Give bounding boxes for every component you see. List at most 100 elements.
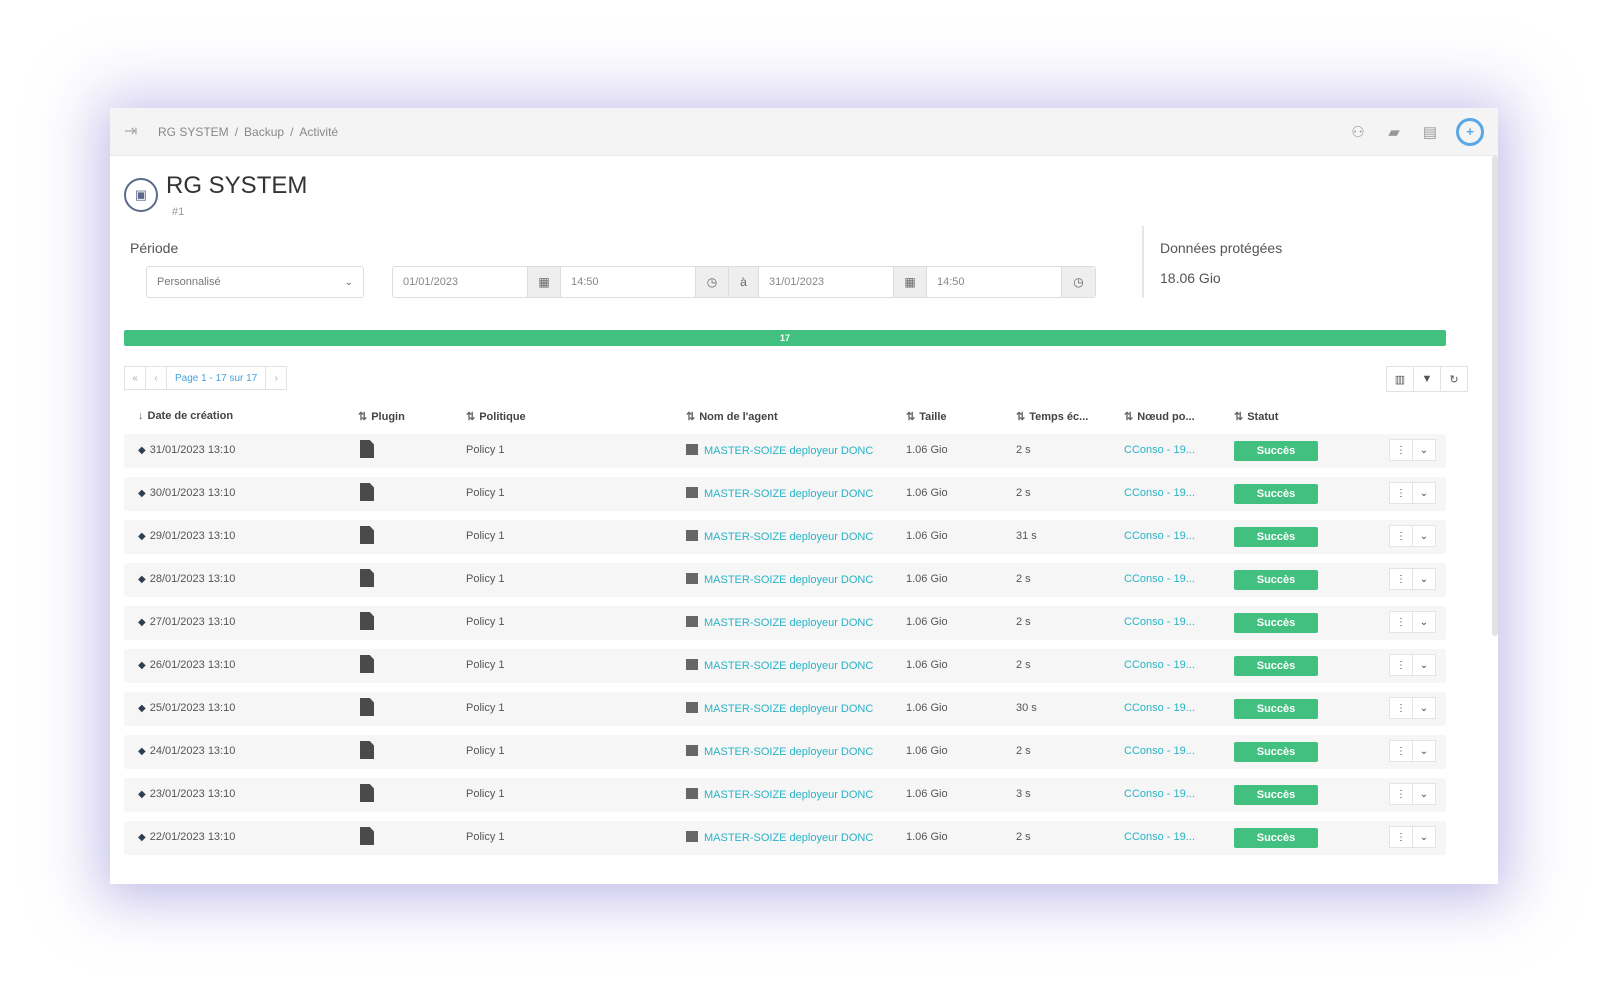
expand-row-icon[interactable]: ◆ (138, 660, 146, 671)
chevron-down-icon[interactable]: ⌄ (1412, 482, 1436, 504)
refresh-icon[interactable]: ↻ (1440, 366, 1468, 392)
agent-link[interactable]: MASTER-SOIZE deployeur DONC (704, 531, 890, 543)
agent-link[interactable]: MASTER-SOIZE deployeur DONC (704, 746, 890, 758)
node-link[interactable]: CConso - 19... (1124, 745, 1195, 757)
expand-row-icon[interactable]: ◆ (138, 746, 146, 757)
column-header-plugin[interactable]: ⇅ Plugin (358, 410, 405, 423)
from-date-input[interactable]: 01/01/2023 (393, 267, 527, 297)
table-row[interactable]: ◆ 29/01/2023 13:10 Policy 1 MASTER-SOIZE de… (124, 520, 1446, 554)
first-page-button[interactable]: « (124, 366, 146, 390)
prev-page-button[interactable]: ‹ (145, 366, 167, 390)
chevron-down-icon[interactable]: ⌄ (1412, 697, 1436, 719)
table-row[interactable]: ◆ 28/01/2023 13:10 Policy 1 MASTER-SOIZE de… (124, 563, 1446, 597)
table-row[interactable]: ◆ 24/01/2023 13:10 Policy 1 MASTER-SOIZE de… (124, 735, 1446, 769)
column-header-time[interactable]: ⇅ Temps éc... (1016, 410, 1088, 423)
period-select[interactable]: Personnalisé ⌄ (146, 266, 364, 298)
chevron-down-icon[interactable]: ⌄ (1412, 740, 1436, 762)
status-cell: Succès (1234, 484, 1318, 504)
agent-link[interactable]: MASTER-SOIZE deployeur DONC (704, 617, 890, 629)
contacts-icon[interactable]: ⚇ (1348, 122, 1368, 142)
table-row[interactable]: ◆ 30/01/2023 13:10 Policy 1 MASTER-SOIZE de… (124, 477, 1446, 511)
chevron-down-icon[interactable]: ⌄ (1412, 783, 1436, 805)
row-menu-button[interactable]: ⋮ (1389, 568, 1413, 590)
expand-row-icon[interactable]: ◆ (138, 703, 146, 714)
expand-row-icon[interactable]: ◆ (138, 832, 146, 843)
node-link[interactable]: CConso - 19... (1124, 702, 1195, 714)
duration-cell: 2 s (1016, 745, 1031, 757)
row-menu-button[interactable]: ⋮ (1389, 439, 1413, 461)
breadcrumb-item-home[interactable]: RG SYSTEM (158, 125, 229, 139)
expand-row-icon[interactable]: ◆ (138, 488, 146, 499)
columns-icon[interactable]: ▥ (1386, 366, 1414, 392)
chevron-down-icon[interactable]: ⌄ (1412, 611, 1436, 633)
page-info[interactable]: Page 1 - 17 sur 17 (166, 366, 267, 390)
calendar-icon[interactable]: ▦ (527, 267, 561, 297)
node-link[interactable]: CConso - 19... (1124, 616, 1195, 628)
table-row[interactable]: ◆ 25/01/2023 13:10 Policy 1 MASTER-SOIZE de… (124, 692, 1446, 726)
node-link[interactable]: CConso - 19... (1124, 530, 1195, 542)
row-menu-button[interactable]: ⋮ (1389, 654, 1413, 676)
node-link[interactable]: CConso - 19... (1124, 831, 1195, 843)
column-header-size[interactable]: ⇅ Taille (906, 410, 947, 423)
node-link[interactable]: CConso - 19... (1124, 487, 1195, 499)
chat-icon[interactable]: ▰ (1384, 122, 1404, 142)
breadcrumb-separator: / (234, 124, 239, 139)
agent-link[interactable]: MASTER-SOIZE deployeur DONC (704, 789, 890, 801)
expand-row-icon[interactable]: ◆ (138, 574, 146, 585)
row-menu-button[interactable]: ⋮ (1389, 783, 1413, 805)
column-header-policy[interactable]: ⇅ Politique (466, 410, 526, 423)
chevron-down-icon[interactable]: ⌄ (1412, 826, 1436, 848)
date-cell: ◆ 31/01/2023 13:10 (138, 444, 236, 456)
help-lifebuoy-icon[interactable]: + (1456, 117, 1484, 146)
clock-icon[interactable]: ◷ (695, 267, 729, 297)
plugin-cell (360, 827, 374, 848)
sidebar-toggle-icon[interactable]: ⇥ (124, 123, 146, 141)
scrollbar[interactable] (1492, 156, 1498, 636)
expand-row-icon[interactable]: ◆ (138, 531, 146, 542)
breadcrumb-item-backup[interactable]: Backup (244, 125, 284, 139)
next-page-button[interactable]: › (265, 366, 288, 390)
file-plugin-icon (360, 698, 374, 716)
agent-link[interactable]: MASTER-SOIZE deployeur DONC (704, 660, 890, 672)
row-menu-button[interactable]: ⋮ (1389, 826, 1413, 848)
agent-link[interactable]: MASTER-SOIZE deployeur DONC (704, 832, 890, 844)
node-link[interactable]: CConso - 19... (1124, 788, 1195, 800)
row-menu-button[interactable]: ⋮ (1389, 697, 1413, 719)
filter-icon[interactable]: ▼ (1413, 366, 1441, 392)
chevron-down-icon[interactable]: ⌄ (1412, 439, 1436, 461)
chevron-down-icon[interactable]: ⌄ (1412, 568, 1436, 590)
chevron-down-icon[interactable]: ⌄ (1412, 654, 1436, 676)
row-menu-button[interactable]: ⋮ (1389, 482, 1413, 504)
agent-link[interactable]: MASTER-SOIZE deployeur DONC (704, 488, 890, 500)
node-link[interactable]: CConso - 19... (1124, 444, 1195, 456)
row-menu-button[interactable]: ⋮ (1389, 740, 1413, 762)
node-link[interactable]: CConso - 19... (1124, 659, 1195, 671)
agent-link[interactable]: MASTER-SOIZE deployeur DONC (704, 574, 890, 586)
table-row[interactable]: ◆ 23/01/2023 13:10 Policy 1 MASTER-SOIZE de… (124, 778, 1446, 812)
calendar-icon[interactable]: ▦ (893, 267, 927, 297)
column-header-node[interactable]: ⇅ Nœud po... (1124, 410, 1195, 423)
column-header-status[interactable]: ⇅ Statut (1234, 410, 1278, 423)
column-header-agent[interactable]: ⇅ Nom de l'agent (686, 410, 778, 423)
chevron-down-icon[interactable]: ⌄ (1412, 525, 1436, 547)
table-row[interactable]: ◆ 22/01/2023 13:10 Policy 1 MASTER-SOIZE de… (124, 821, 1446, 855)
row-menu-button[interactable]: ⋮ (1389, 611, 1413, 633)
row-menu-button[interactable]: ⋮ (1389, 525, 1413, 547)
agent-link[interactable]: MASTER-SOIZE deployeur DONC (704, 703, 890, 715)
table-row[interactable]: ◆ 26/01/2023 13:10 Policy 1 MASTER-SOIZE de… (124, 649, 1446, 683)
node-link[interactable]: CConso - 19... (1124, 573, 1195, 585)
table-row[interactable]: ◆ 31/01/2023 13:10 Policy 1 MASTER-SOIZE de… (124, 434, 1446, 468)
expand-row-icon[interactable]: ◆ (138, 617, 146, 628)
file-plugin-icon (360, 784, 374, 802)
agent-link[interactable]: MASTER-SOIZE deployeur DONC (704, 445, 890, 457)
agent-cell: MASTER-SOIZE deployeur DONC (686, 702, 890, 715)
clock-icon[interactable]: ◷ (1061, 267, 1095, 297)
expand-row-icon[interactable]: ◆ (138, 789, 146, 800)
to-time-input[interactable]: 14:50 (927, 267, 1061, 297)
document-icon[interactable]: ▤ (1420, 122, 1440, 142)
from-time-input[interactable]: 14:50 (561, 267, 695, 297)
table-row[interactable]: ◆ 27/01/2023 13:10 Policy 1 MASTER-SOIZE de… (124, 606, 1446, 640)
column-header-date[interactable]: ↓ Date de création (138, 410, 233, 422)
expand-row-icon[interactable]: ◆ (138, 445, 146, 456)
to-date-input[interactable]: 31/01/2023 (759, 267, 893, 297)
